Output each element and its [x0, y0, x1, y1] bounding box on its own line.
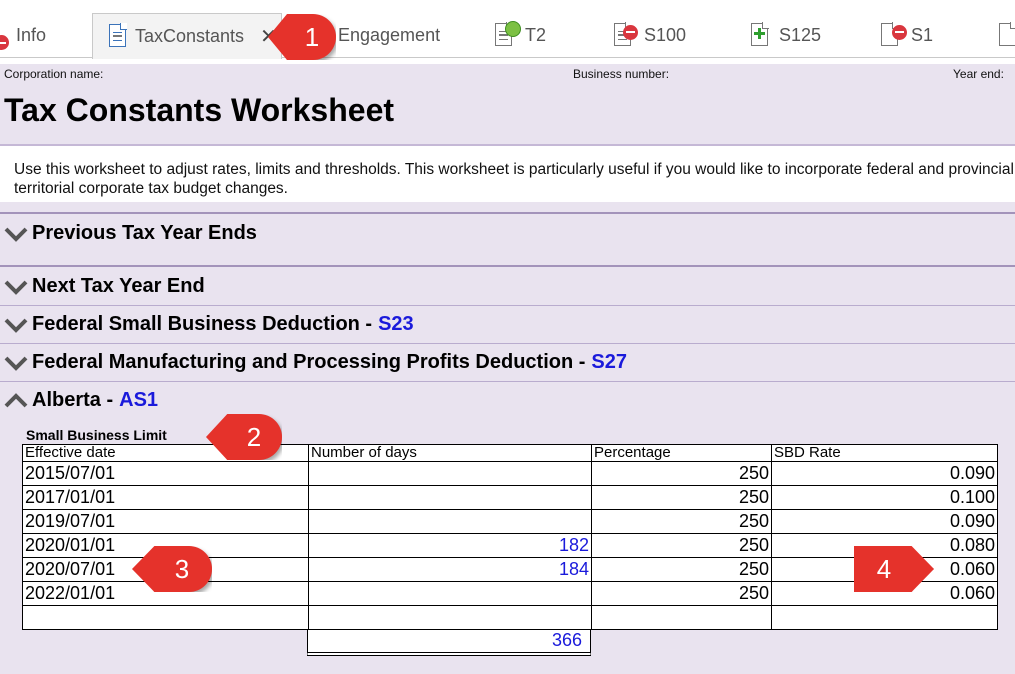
tab-s125[interactable]: S125	[749, 13, 839, 58]
number-of-days-cell[interactable]	[308, 485, 592, 510]
percentage-cell[interactable]: 250	[591, 485, 772, 510]
section-title: Alberta -	[32, 389, 114, 411]
year-end-label: Year end:	[953, 67, 1004, 81]
number-of-days-cell[interactable]	[308, 581, 592, 606]
error-icon	[0, 35, 9, 50]
effective-date-cell[interactable]: 2017/01/01	[22, 485, 309, 510]
column-header: SBD Rate	[771, 444, 998, 462]
percentage-cell[interactable]: 250	[591, 509, 772, 534]
percentage-cell[interactable]: 250	[591, 533, 772, 558]
corporation-name-label: Corporation name:	[4, 67, 104, 81]
schedule-link-as1[interactable]: AS1	[119, 389, 158, 412]
tab-s100[interactable]: S100	[612, 13, 702, 58]
sbd-rate-cell[interactable]: 0.100	[771, 485, 998, 510]
sbd-rate-cell[interactable]	[771, 605, 998, 630]
business-number-label: Business number:	[573, 67, 670, 81]
divider	[0, 305, 1015, 306]
tab-label: S100	[644, 25, 687, 45]
tab-partial[interactable]	[997, 13, 1015, 58]
tab-label: Engagement	[338, 25, 441, 45]
percentage-cell[interactable]	[591, 605, 772, 630]
document-check-icon	[493, 20, 521, 49]
chevron-up-icon[interactable]	[4, 392, 28, 409]
callout-number: 2	[246, 421, 262, 452]
tab-engagement[interactable]: Engagement	[330, 13, 450, 58]
table-row: 2015/07/01 250 0.090	[22, 461, 998, 486]
section-next-tax-year-end[interactable]: Next Tax Year End	[4, 275, 205, 298]
document-error-icon	[879, 21, 907, 49]
number-of-days-cell[interactable]: 182	[308, 533, 592, 558]
table-row: 2019/07/01 250 0.090	[22, 509, 998, 534]
section-previous-tax-year-ends[interactable]: Previous Tax Year Ends	[4, 222, 257, 245]
tab-label: S125	[779, 25, 822, 45]
tab-label: Info	[16, 25, 47, 45]
description-text: Use this worksheet to adjust rates, limi…	[14, 161, 1015, 197]
section-federal-sbd[interactable]: Federal Small Business Deduction - S23	[4, 313, 414, 336]
small-business-limit-title: Small Business Limit	[26, 427, 167, 443]
document-icon	[107, 22, 129, 50]
tab-s1[interactable]: S1	[879, 13, 959, 58]
percentage-cell[interactable]: 250	[591, 581, 772, 606]
table-row-empty	[22, 605, 998, 630]
callout-number: 1	[304, 21, 320, 52]
percentage-cell[interactable]: 250	[591, 557, 772, 582]
total-days-cell: 366	[307, 629, 591, 656]
tab-label: S1	[911, 25, 934, 45]
divider	[0, 381, 1015, 382]
divider	[0, 265, 1015, 267]
chevron-down-icon[interactable]	[4, 279, 28, 295]
number-of-days-cell[interactable]	[308, 509, 592, 534]
tab-label: TaxConstants	[135, 26, 245, 46]
worksheet-description: Use this worksheet to adjust rates, limi…	[0, 144, 1015, 202]
number-of-days-cell[interactable]	[308, 461, 592, 486]
table-row: 2017/01/01 250 0.100	[22, 485, 998, 510]
callout-number: 4	[876, 553, 892, 584]
document-icon	[997, 21, 1015, 49]
section-title: Federal Small Business Deduction -	[32, 313, 373, 335]
tab-t2[interactable]: T2	[493, 13, 573, 58]
effective-date-cell[interactable]	[22, 605, 309, 630]
chevron-down-icon[interactable]	[4, 355, 28, 371]
small-business-limit-table: Effective date Number of days Percentage…	[22, 444, 998, 630]
tab-taxconstants[interactable]: TaxConstants ✕	[92, 13, 282, 59]
column-header: Percentage	[591, 444, 772, 462]
chevron-down-icon[interactable]	[4, 226, 28, 242]
number-of-days-cell[interactable]: 184	[308, 557, 592, 582]
document-error-icon	[612, 21, 638, 49]
section-alberta[interactable]: Alberta - AS1	[4, 389, 158, 412]
page-title: Tax Constants Worksheet	[4, 92, 395, 128]
chevron-down-icon[interactable]	[4, 317, 28, 333]
divider	[0, 212, 1015, 214]
number-of-days-cell[interactable]	[308, 605, 592, 630]
tab-bar: Info TaxConstants ✕ Engagement T2 S100 S…	[0, 0, 1015, 59]
section-federal-mp-deduction[interactable]: Federal Manufacturing and Processing Pro…	[4, 351, 627, 374]
document-add-icon	[749, 21, 771, 49]
table-header-row: Effective date Number of days Percentage…	[22, 444, 998, 462]
section-title: Federal Manufacturing and Processing Pro…	[32, 351, 586, 373]
percentage-cell[interactable]: 250	[591, 461, 772, 486]
sbd-rate-cell[interactable]: 0.090	[771, 461, 998, 486]
callout-number: 3	[174, 553, 190, 584]
section-title: Previous Tax Year Ends	[32, 222, 257, 244]
divider	[0, 343, 1015, 344]
schedule-link-s27[interactable]: S27	[591, 351, 627, 374]
schedule-link-s23[interactable]: S23	[378, 313, 414, 336]
effective-date-cell[interactable]: 2019/07/01	[22, 509, 309, 534]
sbd-rate-cell[interactable]: 0.090	[771, 509, 998, 534]
tab-label: T2	[525, 25, 547, 45]
section-title: Next Tax Year End	[32, 275, 205, 297]
effective-date-cell[interactable]: 2015/07/01	[22, 461, 309, 486]
column-header: Number of days	[308, 444, 592, 462]
tab-info[interactable]: Info	[0, 13, 70, 58]
